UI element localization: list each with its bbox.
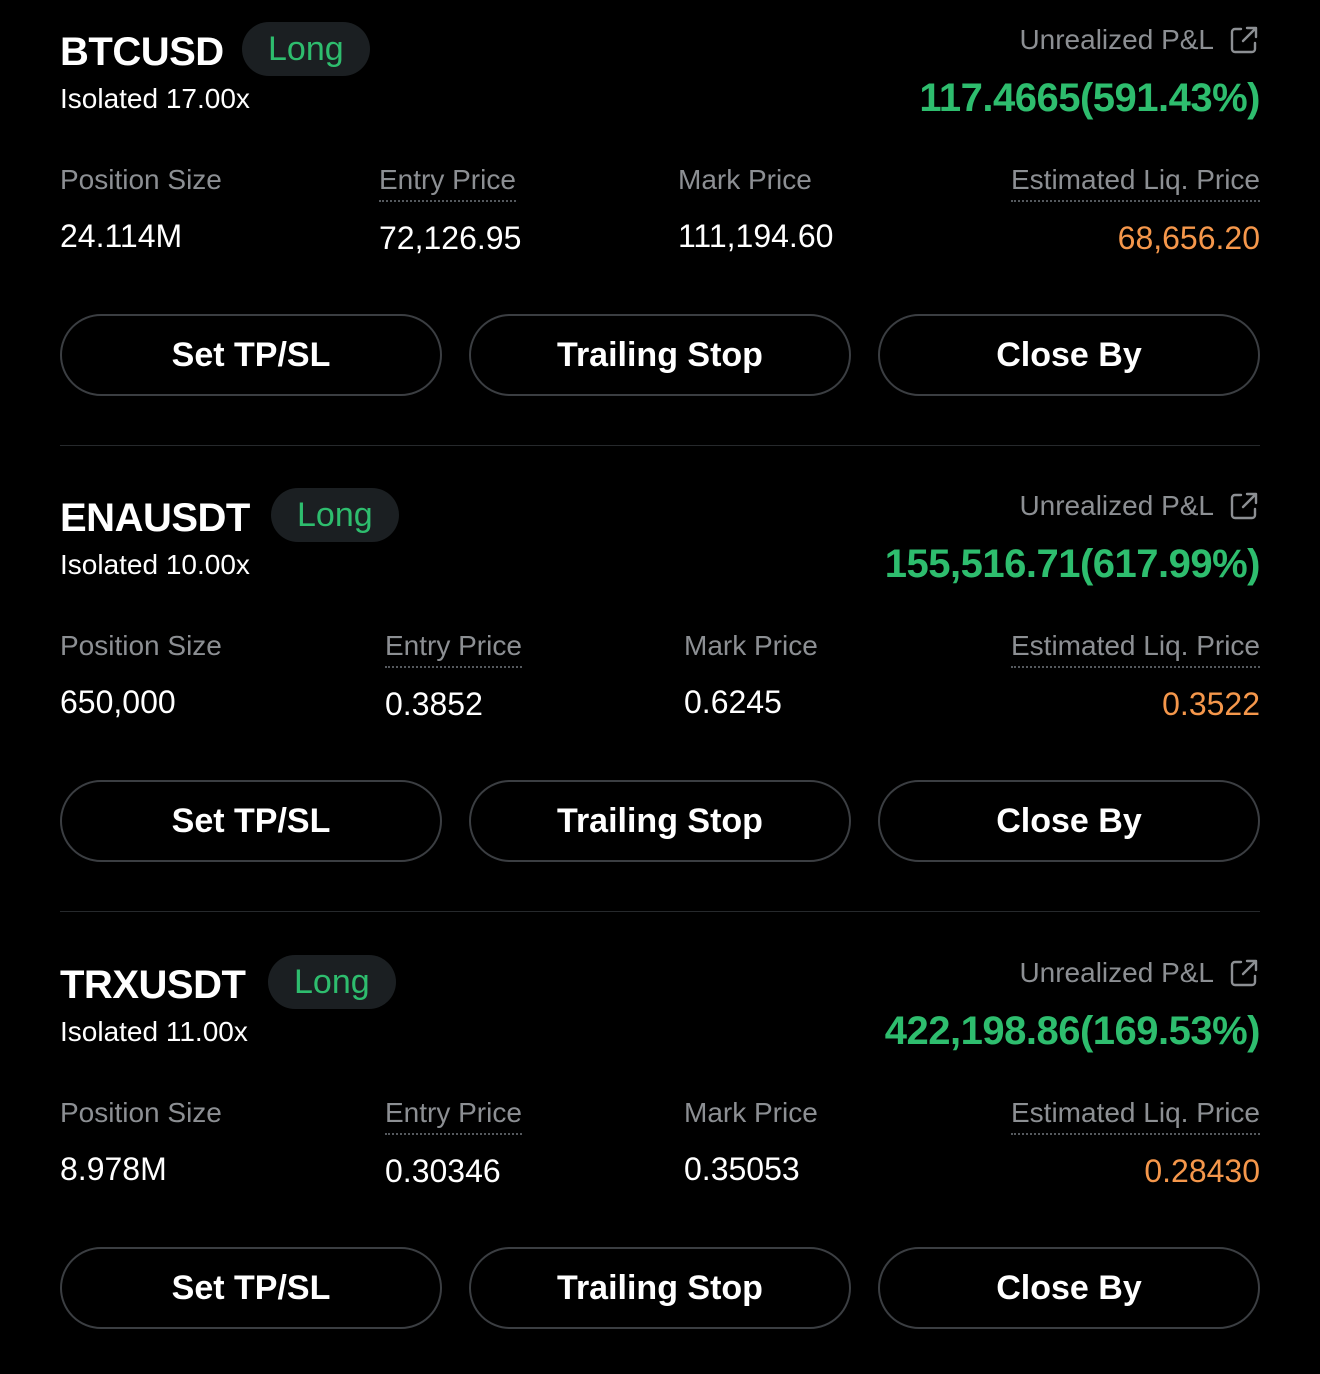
position-size-stat: Position Size 650,000 — [60, 626, 222, 722]
unrealized-pnl-value: 422,198.86(169.53%) — [884, 1009, 1261, 1053]
mark-price-value: 0.35053 — [684, 1151, 800, 1187]
unrealized-pnl-header: Unrealized P&L — [1019, 953, 1260, 993]
unrealized-pnl-header: Unrealized P&L — [1019, 20, 1260, 60]
positions-list: BTCUSD Long Isolated 17.00x Unrealized P… — [0, 0, 1320, 1374]
liq-price-stat: Estimated Liq. Price 0.28430 — [1011, 1093, 1260, 1191]
position-size-stat: Position Size 24.114M — [60, 160, 222, 256]
unrealized-pnl-label: Unrealized P&L — [1019, 957, 1214, 988]
liq-price-label[interactable]: Estimated Liq. Price — [1011, 1093, 1260, 1135]
position-size-stat: Position Size 8.978M — [60, 1093, 222, 1189]
external-link-icon[interactable] — [1228, 24, 1260, 56]
mark-price-stat: Mark Price 111,194.60 — [678, 160, 833, 256]
entry-price-label[interactable]: Entry Price — [385, 1093, 522, 1135]
entry-price-value: 0.30346 — [385, 1153, 501, 1189]
entry-price-value: 72,126.95 — [379, 220, 522, 256]
mark-price-value: 0.6245 — [684, 684, 782, 720]
unrealized-pnl-label: Unrealized P&L — [1019, 24, 1214, 55]
trailing-stop-button[interactable]: Trailing Stop — [469, 314, 851, 396]
mark-price-label: Mark Price — [678, 164, 812, 195]
liq-price-value: 0.28430 — [1144, 1153, 1260, 1189]
position-symbol[interactable]: TRXUSDT — [60, 961, 246, 1009]
close-by-button[interactable]: Close By — [878, 1247, 1260, 1329]
liq-price-label[interactable]: Estimated Liq. Price — [1011, 160, 1260, 202]
position-symbol[interactable]: BTCUSD — [60, 28, 224, 76]
position-size-value: 24.114M — [60, 218, 183, 254]
unrealized-pnl-header: Unrealized P&L — [1019, 486, 1260, 526]
card-divider — [60, 445, 1260, 446]
external-link-icon[interactable] — [1228, 957, 1260, 989]
position-size-label: Position Size — [60, 630, 222, 661]
entry-price-label[interactable]: Entry Price — [379, 160, 516, 202]
liq-price-value: 68,656.20 — [1117, 220, 1260, 256]
liq-price-label[interactable]: Estimated Liq. Price — [1011, 626, 1260, 668]
mark-price-label: Mark Price — [684, 1097, 818, 1128]
unrealized-pnl-label: Unrealized P&L — [1019, 490, 1214, 521]
position-symbol[interactable]: ENAUSDT — [60, 494, 250, 542]
mark-price-value: 111,194.60 — [678, 218, 834, 254]
position-side-badge: Long — [271, 488, 399, 542]
trailing-stop-button[interactable]: Trailing Stop — [469, 780, 851, 862]
entry-price-stat: Entry Price 72,126.95 — [379, 160, 521, 258]
card-divider — [60, 911, 1260, 912]
margin-mode-leverage[interactable]: Isolated 17.00x — [60, 82, 250, 116]
mark-price-stat: Mark Price 0.35053 — [684, 1093, 818, 1189]
set-tpsl-button[interactable]: Set TP/SL — [60, 1247, 442, 1329]
position-size-value: 8.978M — [60, 1151, 167, 1187]
position-size-label: Position Size — [60, 1097, 222, 1128]
liq-price-stat: Estimated Liq. Price 0.3522 — [1011, 626, 1260, 724]
entry-price-stat: Entry Price 0.30346 — [385, 1093, 522, 1191]
close-by-button[interactable]: Close By — [878, 314, 1260, 396]
unrealized-pnl-value: 117.4665(591.43%) — [919, 76, 1260, 120]
position-side-badge: Long — [242, 22, 370, 76]
margin-mode-leverage[interactable]: Isolated 11.00x — [60, 1015, 248, 1049]
mark-price-label: Mark Price — [684, 630, 818, 661]
set-tpsl-button[interactable]: Set TP/SL — [60, 314, 442, 396]
position-size-value: 650,000 — [60, 684, 176, 720]
position-card-trxusdt: TRXUSDT Long Isolated 11.00x Unrealized … — [60, 933, 1261, 1353]
close-by-button[interactable]: Close By — [878, 780, 1260, 862]
position-side-badge: Long — [268, 955, 396, 1009]
trailing-stop-button[interactable]: Trailing Stop — [469, 1247, 851, 1329]
position-size-label: Position Size — [60, 164, 222, 195]
position-card-btcusd: BTCUSD Long Isolated 17.00x Unrealized P… — [60, 0, 1260, 420]
liq-price-value: 0.3522 — [1162, 686, 1260, 722]
liq-price-stat: Estimated Liq. Price 68,656.20 — [1011, 160, 1260, 258]
set-tpsl-button[interactable]: Set TP/SL — [60, 780, 442, 862]
entry-price-value: 0.3852 — [385, 686, 483, 722]
entry-price-label[interactable]: Entry Price — [385, 626, 522, 668]
entry-price-stat: Entry Price 0.3852 — [385, 626, 522, 724]
margin-mode-leverage[interactable]: Isolated 10.00x — [60, 548, 250, 582]
position-card-enausdt: ENAUSDT Long Isolated 10.00x Unrealized … — [60, 466, 1261, 886]
mark-price-stat: Mark Price 0.6245 — [684, 626, 818, 722]
external-link-icon[interactable] — [1228, 490, 1260, 522]
unrealized-pnl-value: 155,516.71(617.99%) — [884, 542, 1261, 586]
